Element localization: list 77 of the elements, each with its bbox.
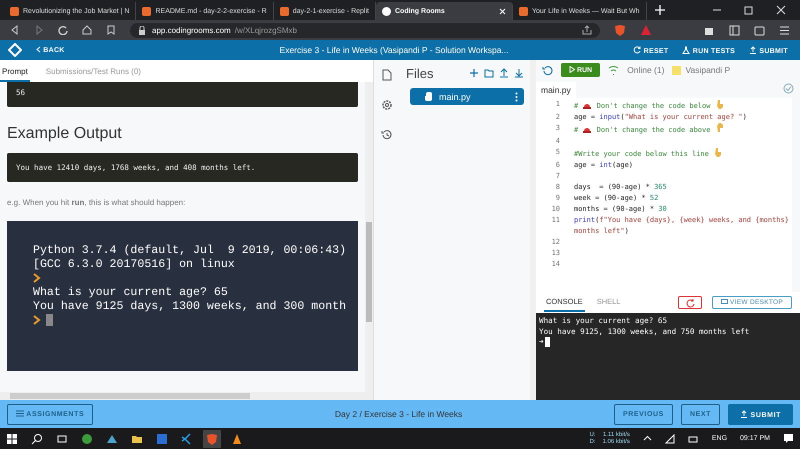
- favicon-icon: [382, 6, 391, 16]
- lock-icon: [138, 26, 146, 34]
- task-view-icon[interactable]: [56, 432, 68, 444]
- terminal-line: What is your current age? 65: [33, 285, 229, 299]
- restart-icon: [684, 298, 695, 308]
- menu-icon[interactable]: [779, 24, 790, 36]
- lion-shield-icon[interactable]: [614, 24, 626, 36]
- prompt-tab[interactable]: Submissions/Test Runs (0): [44, 67, 143, 82]
- flask-icon: [682, 46, 690, 54]
- home-icon[interactable]: [82, 25, 92, 35]
- close-icon[interactable]: [776, 5, 786, 15]
- user-name: Vasipandi P: [685, 65, 730, 75]
- restore-icon[interactable]: [744, 5, 754, 15]
- play-icon: [569, 66, 575, 73]
- app-icon[interactable]: [156, 432, 168, 444]
- cursor-block: [46, 314, 53, 326]
- search-icon[interactable]: [31, 432, 43, 444]
- terminal-line: [GCC 6.3.0 20170516] on linux: [33, 257, 236, 271]
- back-icon[interactable]: [10, 25, 20, 35]
- hand-up-icon: [714, 123, 725, 133]
- chevron-up-icon[interactable]: [642, 434, 652, 443]
- cursor-block: [544, 337, 550, 348]
- favicon-icon: [10, 6, 19, 16]
- battery-icon[interactable]: [688, 434, 699, 444]
- online-count: Online (1): [627, 65, 664, 75]
- folder-icon[interactable]: [484, 68, 494, 78]
- add-icon[interactable]: [469, 68, 479, 78]
- favicon-icon: [518, 6, 528, 16]
- sidebar-icon[interactable]: [729, 24, 740, 36]
- download-icon[interactable]: [514, 68, 524, 78]
- exercise-title: Exercise 3 - Life in Weeks (Vasipandi P - Solution Workspa...: [278, 45, 510, 55]
- diamond-logo-icon[interactable]: [8, 43, 22, 57]
- cone-icon[interactable]: [231, 432, 243, 444]
- upload-icon[interactable]: [499, 68, 509, 78]
- favicon-icon: [280, 6, 289, 16]
- files-title: Files: [406, 66, 434, 80]
- forward-icon[interactable]: [34, 25, 44, 35]
- file-item[interactable]: main.py: [410, 88, 524, 105]
- user-avatar: [672, 66, 682, 74]
- restart-button[interactable]: [678, 296, 702, 309]
- settings-icon[interactable]: [381, 99, 393, 111]
- check-circle-icon: [783, 83, 794, 94]
- terminal-line: You have 9125 days, 1300 weeks, and 300 month: [33, 299, 348, 313]
- code-editor-icon[interactable]: [181, 432, 193, 444]
- address-field[interactable]: app.codingrooms.com /w/XLqjrozgSMxb: [130, 22, 600, 38]
- app-icon[interactable]: [81, 432, 93, 444]
- windows-icon[interactable]: [6, 432, 18, 444]
- hand-down-icon: [713, 147, 724, 157]
- chevron-prompt-icon: [33, 273, 41, 283]
- upload-icon: [749, 46, 758, 54]
- section-heading: Example Output: [7, 125, 123, 143]
- instruction-text: e.g. When you hit run, this is what should happen:: [7, 198, 186, 207]
- app-icon[interactable]: [106, 432, 118, 444]
- menu-icon: [16, 410, 24, 417]
- favicon-icon: [142, 6, 152, 16]
- bookmark-icon[interactable]: [106, 25, 116, 35]
- hand-down-icon: [714, 99, 725, 109]
- new-tab-icon[interactable]: [654, 5, 664, 15]
- history-icon[interactable]: [542, 64, 553, 76]
- lion-shield-icon[interactable]: [206, 432, 218, 444]
- file-icon[interactable]: [381, 69, 393, 81]
- notification-icon[interactable]: [783, 433, 794, 444]
- more-icon[interactable]: [515, 92, 518, 102]
- history-icon[interactable]: [381, 129, 393, 141]
- share-icon[interactable]: [582, 25, 592, 35]
- editor-tab[interactable]: main.py: [536, 82, 576, 98]
- reload-icon[interactable]: [58, 25, 68, 35]
- upload-icon: [740, 410, 748, 418]
- chevron-left-icon: [36, 46, 41, 53]
- vertical-scrollbar[interactable]: [365, 82, 373, 392]
- breadcrumb: Day 2 / Exercise 3 - Life in Weeks: [334, 409, 464, 419]
- reset-icon: [633, 46, 642, 54]
- wallet-icon[interactable]: [754, 24, 765, 36]
- terminal-line: Python 3.7.4 (default, Jul 9 2019, 00:06:43): [33, 243, 348, 257]
- chevron-prompt-icon: [33, 315, 41, 325]
- monitor-icon: [720, 299, 728, 305]
- horizontal-scrollbar[interactable]: [0, 392, 373, 400]
